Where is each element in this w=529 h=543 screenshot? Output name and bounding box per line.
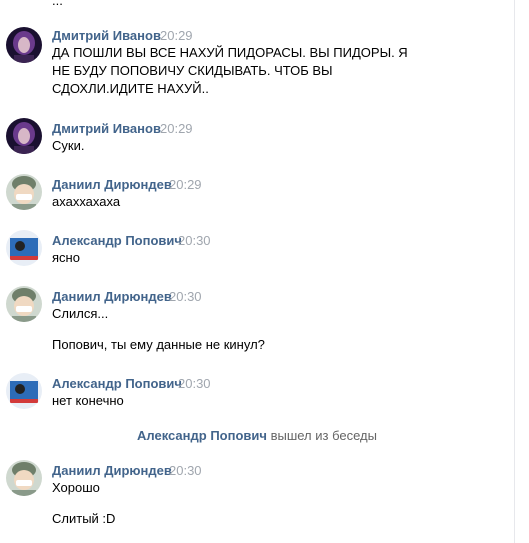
service-action-text: вышел из беседы — [270, 428, 377, 443]
avatar-daniil[interactable] — [6, 174, 42, 210]
message-text: Слился... — [52, 306, 109, 321]
service-actor-link[interactable]: Александр Попович — [137, 428, 267, 443]
avatar-alexander[interactable] — [6, 230, 42, 266]
message-text: Слитый :D — [52, 511, 116, 526]
message-text: ясно — [52, 250, 80, 265]
chat-right-border — [514, 0, 515, 543]
message-author[interactable]: Даниил Дирюндев — [52, 463, 172, 478]
avatar-alexander[interactable] — [6, 373, 42, 409]
message-time[interactable]: 20:30 — [169, 463, 202, 478]
avatar-daniil[interactable] — [6, 286, 42, 322]
message-text: Попович, ты ему данные не кинул? — [52, 337, 265, 352]
avatar-dmitry[interactable] — [6, 118, 42, 154]
previous-message-tail: ... — [52, 0, 63, 8]
message-time[interactable]: 20:29 — [160, 28, 193, 43]
message-time[interactable]: 20:29 — [169, 177, 202, 192]
avatar-dmitry[interactable] — [6, 27, 42, 63]
message-time[interactable]: 20:30 — [178, 233, 211, 248]
message-author[interactable]: Даниил Дирюндев — [52, 177, 172, 192]
message-time[interactable]: 20:30 — [178, 376, 211, 391]
message-time[interactable]: 20:30 — [169, 289, 202, 304]
message-text: Хорошо — [52, 480, 100, 495]
message-author[interactable]: Дмитрий Иванов — [52, 28, 161, 43]
avatar-daniil[interactable] — [6, 460, 42, 496]
message-text: ДА ПОШЛИ ВЫ ВСЕ НАХУЙ ПИДОРАСЫ. ВЫ ПИДОР… — [52, 45, 408, 96]
service-message: Александр Попович вышел из беседы — [0, 428, 514, 443]
message-author[interactable]: Дмитрий Иванов — [52, 121, 161, 136]
message-author[interactable]: Даниил Дирюндев — [52, 289, 172, 304]
message-time[interactable]: 20:29 — [160, 121, 193, 136]
message-text: ахаххахаха — [52, 194, 121, 209]
message-author[interactable]: Александр Попович — [52, 233, 182, 248]
message-text: Суки. — [52, 138, 85, 153]
message-text: нет конечно — [52, 393, 124, 408]
message-author[interactable]: Александр Попович — [52, 376, 182, 391]
